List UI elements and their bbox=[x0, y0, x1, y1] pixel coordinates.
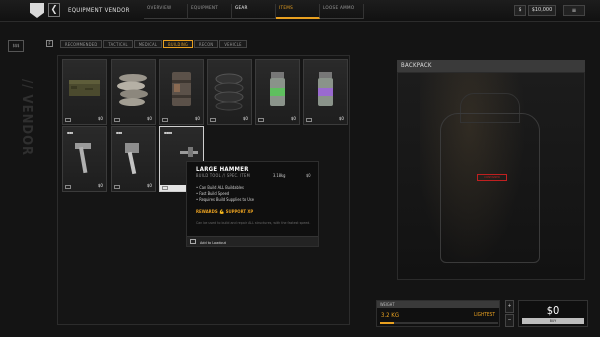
weight-status: LIGHTEST bbox=[473, 313, 495, 318]
claw-hammer-icon bbox=[75, 143, 91, 174]
sandbags-icon bbox=[117, 74, 148, 106]
tooltip-bullet: • Can Build ALL Buildables bbox=[196, 185, 244, 190]
item-type-icon bbox=[65, 185, 71, 189]
tooltip-item-weight: 3.18kg bbox=[273, 173, 286, 178]
category-medical[interactable]: MEDICAL bbox=[133, 40, 163, 48]
item-price: $0 bbox=[338, 117, 344, 122]
purple-canister-icon bbox=[318, 72, 333, 106]
category-vehicle[interactable]: VEHICLE bbox=[219, 40, 247, 48]
back-button[interactable]: ❮ bbox=[48, 3, 60, 17]
barrel-icon bbox=[172, 72, 191, 106]
menu-button[interactable]: ≡ bbox=[563, 5, 585, 16]
money-balance: $10,000 bbox=[528, 5, 556, 16]
tab-loose-ammo[interactable]: LOOSE AMMO bbox=[320, 4, 364, 19]
tooltip-description: Can be used to build and repair ALL stru… bbox=[196, 221, 311, 225]
item-card-purple-canister[interactable]: $0 bbox=[303, 59, 348, 125]
item-card-tires[interactable]: $0 bbox=[207, 59, 252, 125]
item-type-icon bbox=[162, 186, 168, 190]
total-value: $0 bbox=[546, 304, 560, 317]
item-type-icon bbox=[65, 118, 71, 122]
item-type-icon bbox=[114, 118, 120, 122]
weight-bar bbox=[380, 322, 498, 324]
category-recommended[interactable]: RECOMMENDED bbox=[60, 40, 103, 48]
item-price: $0 bbox=[194, 117, 200, 122]
item-type-icon bbox=[114, 185, 120, 189]
tab-equipment[interactable]: EQUIPMENT bbox=[188, 4, 232, 19]
tooltip-item-name: LARGE HAMMER bbox=[196, 166, 249, 173]
item-type-icon bbox=[162, 118, 168, 122]
tooltip-rewards: REWARDS 💪 SUPPORT XP bbox=[196, 210, 254, 215]
item-type-icon bbox=[210, 118, 216, 122]
tires-icon bbox=[214, 73, 244, 111]
tab-gear[interactable]: GEAR bbox=[232, 4, 276, 19]
tab-overview[interactable]: OVERVIEW bbox=[144, 4, 188, 19]
backpack-panel[interactable]: CONTAINER bbox=[397, 72, 585, 281]
buy-button[interactable]: BUY bbox=[522, 318, 584, 324]
item-card-claw-hammer[interactable]: ▪▪▪ $0 bbox=[62, 126, 107, 192]
item-card-lumber[interactable]: $0 bbox=[62, 59, 107, 125]
backpack-outline bbox=[440, 113, 540, 263]
green-canister-icon bbox=[270, 72, 285, 106]
decrease-button[interactable]: − bbox=[505, 314, 514, 327]
item-card-barrel[interactable]: $0 bbox=[159, 59, 204, 125]
item-type-icon bbox=[258, 118, 264, 122]
tab-items[interactable]: ITEMS bbox=[276, 4, 320, 19]
category-tactical[interactable]: TACTICAL bbox=[103, 40, 133, 48]
backpack-header: BACKPACK bbox=[397, 60, 585, 72]
weight-label: WEIGHT bbox=[377, 301, 499, 308]
page-title: EQUIPMENT VENDOR bbox=[68, 7, 130, 14]
tooltip-item-subtitle: BUILD TOOL // SPEC. ITEM bbox=[196, 173, 251, 178]
filter-toggle-button[interactable]: F bbox=[46, 40, 53, 47]
backpack-red-tag: CONTAINER bbox=[477, 174, 507, 181]
controller-button-icon bbox=[190, 239, 196, 244]
item-type-icon bbox=[306, 118, 312, 122]
item-price: $0 bbox=[242, 117, 248, 122]
vendor-badge: $$$ bbox=[8, 40, 24, 52]
quantity-stepper: + − bbox=[505, 300, 514, 327]
tooltip-bullet: • Requires Build Supplies to Use bbox=[196, 197, 255, 202]
item-card-sandbags[interactable]: $0 bbox=[111, 59, 156, 125]
category-recon[interactable]: RECON bbox=[194, 40, 219, 48]
tooltip-item-price: $0 bbox=[306, 173, 311, 178]
item-price: $0 bbox=[290, 117, 296, 122]
item-price: $0 bbox=[146, 184, 152, 189]
category-tabs: RECOMMENDED TACTICAL MEDICAL BUILDING RE… bbox=[60, 40, 247, 48]
weight-panel: WEIGHT 3.2 KG LIGHTEST bbox=[376, 300, 500, 327]
item-price: $0 bbox=[146, 117, 152, 122]
item-card-green-canister[interactable]: $0 bbox=[255, 59, 300, 125]
main-tabs: OVERVIEW EQUIPMENT GEAR ITEMS LOOSE AMMO bbox=[144, 4, 364, 19]
lumber-stack-icon bbox=[69, 80, 100, 96]
top-bar: ❮ EQUIPMENT VENDOR OVERVIEW EQUIPMENT GE… bbox=[0, 0, 600, 22]
item-card-sledgehammer[interactable]: ▪▪▪ $0 bbox=[111, 126, 156, 192]
category-building[interactable]: BUILDING bbox=[163, 40, 194, 48]
vendor-side-label: // VENDOR bbox=[19, 78, 35, 157]
weight-value: 3.2 KG bbox=[381, 312, 400, 319]
item-price: $0 bbox=[97, 184, 103, 189]
weight-bar-fill bbox=[380, 322, 395, 324]
increase-button[interactable]: + bbox=[505, 300, 514, 313]
total-panel: $0 BUY bbox=[518, 300, 588, 327]
add-to-loadout-button[interactable]: Add to Loadout bbox=[187, 236, 318, 246]
item-price: $0 bbox=[97, 117, 103, 122]
currency-icon: $ bbox=[514, 5, 526, 16]
shield-logo-icon bbox=[30, 3, 44, 18]
item-tooltip: LARGE HAMMER BUILD TOOL // SPEC. ITEM 3.… bbox=[186, 161, 319, 247]
add-to-loadout-label: Add to Loadout bbox=[200, 240, 226, 245]
sledgehammer-icon bbox=[125, 143, 139, 175]
tooltip-bullet: • Fast Build Speed bbox=[196, 191, 230, 196]
